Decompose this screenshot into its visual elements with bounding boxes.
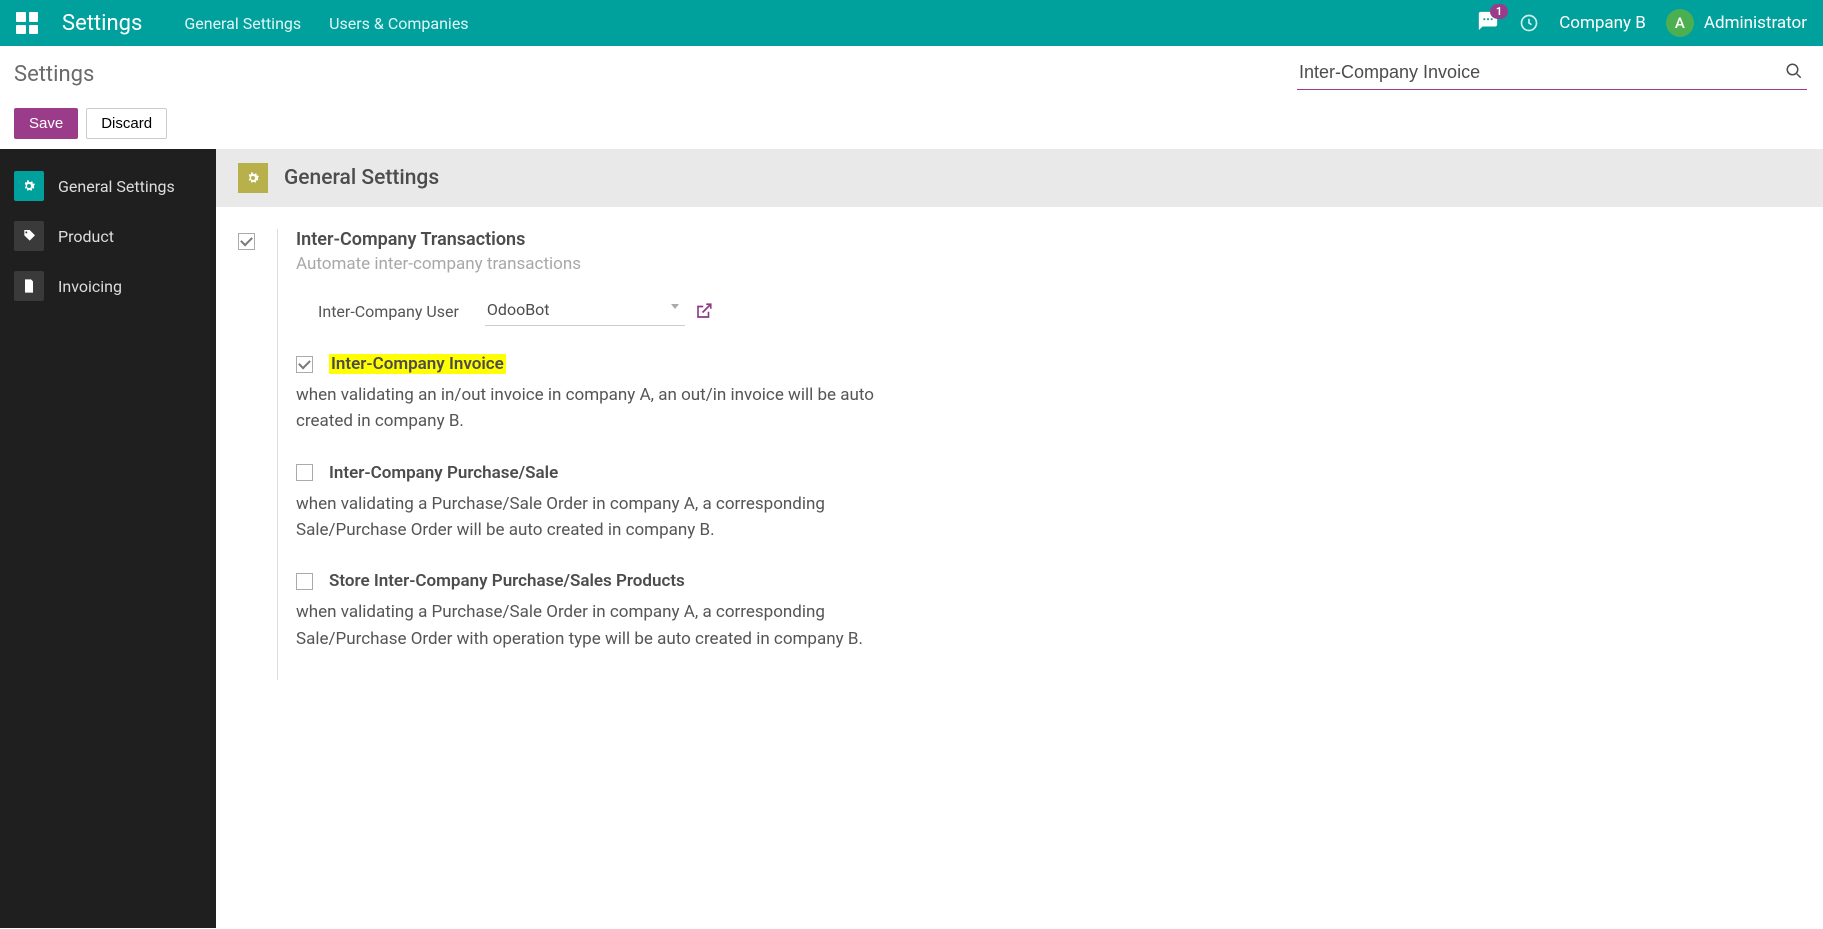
option-label: Inter-Company Invoice bbox=[329, 354, 506, 374]
sidebar-item-general-settings[interactable]: General Settings bbox=[0, 161, 216, 211]
gear-icon bbox=[14, 171, 44, 201]
field-label: Inter-Company User bbox=[318, 302, 459, 321]
company-switcher[interactable]: Company B bbox=[1559, 13, 1646, 33]
save-button[interactable]: Save bbox=[14, 108, 78, 139]
settings-body: Inter-Company Transactions Automate inte… bbox=[216, 207, 1823, 702]
section-title: General Settings bbox=[284, 166, 439, 190]
setting-title: Inter-Company Transactions bbox=[296, 229, 917, 250]
option-label: Store Inter-Company Purchase/Sales Produ… bbox=[329, 571, 685, 591]
search-icon[interactable] bbox=[1785, 62, 1803, 80]
sidebar-item-product[interactable]: Product bbox=[0, 211, 216, 261]
option-description: when validating an in/out invoice in com… bbox=[296, 382, 917, 435]
option-description: when validating a Purchase/Sale Order in… bbox=[296, 491, 917, 544]
activities-icon[interactable] bbox=[1519, 13, 1539, 33]
sidebar-item-label: General Settings bbox=[58, 177, 175, 196]
setting-inter-company-transactions: Inter-Company Transactions Automate inte… bbox=[238, 229, 1801, 680]
page-title: Settings bbox=[14, 62, 94, 87]
navbar-right: 1 Company B A Administrator bbox=[1477, 9, 1807, 37]
nav-menu-general-settings[interactable]: General Settings bbox=[184, 14, 301, 33]
field-intercompany-user: Inter-Company User OdooBot bbox=[318, 296, 917, 326]
nav-menu: General Settings Users & Companies bbox=[184, 14, 468, 33]
avatar: A bbox=[1666, 9, 1694, 37]
sidebar-item-invoicing[interactable]: Invoicing bbox=[0, 261, 216, 311]
user-name: Administrator bbox=[1704, 13, 1807, 33]
select-value: OdooBot bbox=[487, 300, 550, 319]
checkbox-intercompany-transactions[interactable] bbox=[238, 233, 255, 250]
main: General Settings Product Invoicing Gener… bbox=[0, 149, 1823, 928]
sidebar: General Settings Product Invoicing bbox=[0, 149, 216, 928]
search-input[interactable] bbox=[1297, 58, 1807, 90]
top-navbar: Settings General Settings Users & Compan… bbox=[0, 0, 1823, 46]
section-header: General Settings bbox=[216, 149, 1823, 207]
gear-icon bbox=[238, 163, 268, 193]
select-intercompany-user[interactable]: OdooBot bbox=[485, 296, 685, 326]
nav-menu-users-companies[interactable]: Users & Companies bbox=[329, 14, 468, 33]
invoice-icon bbox=[14, 271, 44, 301]
checkbox-intercompany-purchase-sale[interactable] bbox=[296, 464, 313, 481]
app-title: Settings bbox=[62, 11, 142, 36]
sidebar-item-label: Invoicing bbox=[58, 277, 122, 296]
messaging-badge: 1 bbox=[1490, 4, 1508, 19]
option-description: when validating a Purchase/Sale Order in… bbox=[296, 599, 917, 652]
sidebar-item-label: Product bbox=[58, 227, 114, 246]
tag-icon bbox=[14, 221, 44, 251]
checkbox-store-intercompany-products[interactable] bbox=[296, 573, 313, 590]
chevron-down-icon bbox=[671, 304, 679, 309]
option-intercompany-purchase-sale: Inter-Company Purchase/Sale when validat… bbox=[296, 463, 917, 544]
option-label: Inter-Company Purchase/Sale bbox=[329, 463, 558, 483]
discard-button[interactable]: Discard bbox=[86, 108, 167, 139]
setting-subtitle: Automate inter-company transactions bbox=[296, 254, 917, 274]
option-intercompany-invoice: Inter-Company Invoice when validating an… bbox=[296, 354, 917, 435]
search-box bbox=[1297, 58, 1807, 90]
messaging-button[interactable]: 1 bbox=[1477, 10, 1499, 36]
control-panel: Settings Save Discard bbox=[0, 46, 1823, 149]
apps-icon[interactable] bbox=[16, 12, 38, 34]
external-link-icon[interactable] bbox=[695, 302, 713, 320]
checkbox-intercompany-invoice[interactable] bbox=[296, 356, 313, 373]
content: General Settings Inter-Company Transacti… bbox=[216, 149, 1823, 928]
option-store-intercompany-products: Store Inter-Company Purchase/Sales Produ… bbox=[296, 571, 917, 652]
user-menu[interactable]: A Administrator bbox=[1666, 9, 1807, 37]
navbar-left: Settings General Settings Users & Compan… bbox=[16, 11, 469, 36]
